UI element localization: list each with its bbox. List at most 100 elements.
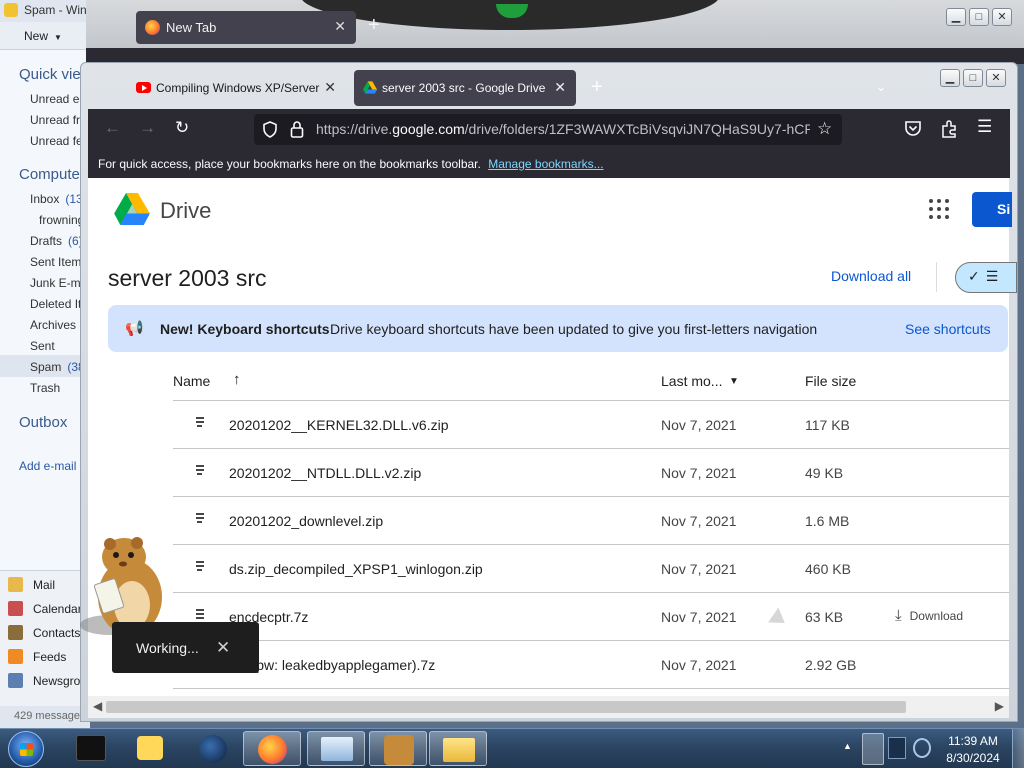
back-tab-new-tab[interactable]: New Tab ✕ bbox=[136, 11, 356, 44]
reload-icon[interactable]: ↻ bbox=[175, 118, 189, 138]
url-text[interactable]: https://drive.google.com/drive/folders/1… bbox=[316, 121, 810, 137]
firefox-icon bbox=[145, 20, 160, 35]
manage-bookmarks-link[interactable]: Manage bookmarks... bbox=[488, 157, 603, 171]
file-name: src (pw: leakedbyapplegamer).7z bbox=[229, 657, 436, 673]
download-all-button[interactable]: Download all bbox=[831, 268, 911, 284]
tab-compiling-windows[interactable]: Compiling Windows XP/Server ✕ bbox=[128, 70, 346, 106]
file-row[interactable]: 20201202_downlevel.zip Nov 7, 2021 1.6 M… bbox=[173, 497, 1009, 545]
column-header-name[interactable]: Name bbox=[173, 373, 210, 389]
lock-icon[interactable] bbox=[290, 120, 304, 138]
globe-icon bbox=[199, 735, 227, 763]
folder-archives[interactable]: Archives bbox=[30, 318, 76, 332]
file-size: 460 KB bbox=[805, 561, 851, 577]
mail-title-bar: Spam - Windows Live Mail bbox=[0, 0, 90, 22]
download-button[interactable]: ⤓ Download bbox=[895, 607, 963, 624]
see-shortcuts-link[interactable]: See shortcuts bbox=[905, 321, 991, 337]
menu-icon[interactable]: ☰ bbox=[977, 117, 992, 137]
nav-calendar[interactable]: Calendar bbox=[8, 598, 82, 620]
zip-file-icon bbox=[195, 416, 205, 429]
back-minimize-button[interactable]: ▁ bbox=[946, 8, 966, 26]
calendar-icon bbox=[8, 601, 23, 616]
column-header-size[interactable]: File size bbox=[805, 373, 856, 389]
taskbar-firefox[interactable] bbox=[243, 731, 301, 766]
close-tab-icon[interactable]: ✕ bbox=[554, 79, 566, 96]
drive-product-name[interactable]: Drive bbox=[160, 198, 211, 224]
tab-title: server 2003 src - Google Drive bbox=[382, 81, 546, 95]
nav-newsgroups[interactable]: Newsgroups bbox=[8, 670, 90, 692]
nav-label: Feeds bbox=[33, 650, 67, 664]
folder-inbox[interactable]: Inbox (13 bbox=[30, 192, 83, 206]
file-row[interactable]: encdecptr.7z Nov 7, 2021 63 KB ⤓ Download bbox=[173, 593, 1009, 641]
google-apps-icon[interactable] bbox=[929, 199, 951, 221]
new-tab-button[interactable]: + bbox=[591, 76, 603, 99]
sort-dropdown-icon[interactable]: ▼ bbox=[729, 376, 739, 387]
close-tab-icon[interactable]: ✕ bbox=[324, 79, 336, 96]
computer-header[interactable]: Computer bbox=[19, 166, 85, 183]
show-desktop-button[interactable] bbox=[1012, 729, 1024, 768]
clock-time[interactable]: 11:39 AM bbox=[944, 734, 1002, 748]
back-maximize-button[interactable]: □ bbox=[969, 8, 989, 26]
file-row[interactable]: ds.zip_decompiled_XPSP1_winlogon.zip Nov… bbox=[173, 545, 1009, 593]
folder-sent-items[interactable]: Sent Items bbox=[30, 255, 87, 269]
folder-spam[interactable]: Spam (38 bbox=[30, 360, 85, 374]
close-tab-icon[interactable]: ✕ bbox=[334, 18, 346, 35]
pocket-icon[interactable] bbox=[904, 120, 922, 137]
sort-arrow-up-icon[interactable]: ↑ bbox=[233, 371, 241, 388]
back-arrow-icon[interactable]: ← bbox=[104, 118, 121, 138]
scroll-right-icon[interactable]: ▶ bbox=[995, 699, 1004, 713]
file-row[interactable]: src (pw: leakedbyapplegamer).7z Nov 7, 2… bbox=[173, 641, 1009, 689]
taskbar-bonzi[interactable] bbox=[369, 731, 427, 766]
taskbar-app-1[interactable] bbox=[62, 731, 120, 766]
taskbar-app-2[interactable] bbox=[122, 731, 180, 766]
horizontal-scrollbar[interactable]: ◀ ▶ bbox=[88, 696, 1009, 718]
extensions-icon[interactable] bbox=[940, 120, 958, 138]
google-drive-logo[interactable] bbox=[113, 193, 151, 225]
file-date: Nov 7, 2021 bbox=[661, 609, 737, 625]
rss-icon bbox=[8, 649, 23, 664]
view-toggle[interactable]: ✓☰ bbox=[955, 262, 1017, 293]
tab-google-drive[interactable]: server 2003 src - Google Drive ✕ bbox=[354, 70, 576, 106]
tray-network-icon[interactable] bbox=[913, 738, 931, 758]
nav-mail[interactable]: Mail bbox=[8, 574, 55, 596]
scroll-left-icon[interactable]: ◀ bbox=[93, 699, 102, 713]
newsgroups-icon bbox=[8, 673, 23, 688]
folder-drafts[interactable]: Drafts (6) bbox=[30, 234, 83, 248]
youtube-icon bbox=[136, 82, 151, 93]
nav-feeds[interactable]: Feeds bbox=[8, 646, 66, 668]
folder-icon bbox=[443, 738, 475, 762]
scrollbar-thumb[interactable] bbox=[106, 701, 906, 713]
file-row[interactable]: 20201202__KERNEL32.DLL.v6.zip Nov 7, 202… bbox=[173, 401, 1009, 449]
sign-in-button[interactable]: Si bbox=[972, 192, 1012, 227]
taskbar-explorer[interactable] bbox=[429, 731, 487, 766]
close-toast-icon[interactable]: ✕ bbox=[216, 638, 230, 658]
start-button[interactable] bbox=[8, 731, 44, 767]
new-tab-button[interactable]: + bbox=[368, 14, 380, 37]
tray-monitor-icon[interactable] bbox=[888, 737, 906, 759]
folder-inbox-sub[interactable]: frowning bbox=[39, 213, 84, 227]
archive-file-icon bbox=[195, 608, 205, 621]
folder-sent[interactable]: Sent bbox=[30, 339, 55, 353]
chevron-down-icon: ▼ bbox=[54, 33, 62, 42]
bookmark-star-icon[interactable]: ☆ bbox=[817, 119, 832, 139]
column-header-modified[interactable]: Last mo... bbox=[661, 373, 722, 389]
list-all-tabs-icon[interactable]: ⌄ bbox=[876, 80, 886, 94]
clock-date[interactable]: 8/30/2024 bbox=[944, 751, 1002, 765]
taskbar-app-3[interactable] bbox=[184, 731, 242, 766]
tab-title: New Tab bbox=[166, 20, 217, 35]
file-size: 49 KB bbox=[805, 465, 844, 481]
shield-icon[interactable] bbox=[262, 121, 278, 138]
outbox-header[interactable]: Outbox bbox=[19, 414, 67, 431]
folder-trash[interactable]: Trash bbox=[30, 381, 60, 395]
taskbar-mail[interactable] bbox=[307, 731, 365, 766]
show-hidden-icons-button[interactable]: ▲ bbox=[843, 741, 852, 751]
nav-contacts[interactable]: Contacts bbox=[8, 622, 80, 644]
forward-arrow-icon[interactable]: → bbox=[139, 118, 156, 138]
nav-label: Calendar bbox=[33, 602, 82, 616]
folder-label: Drafts bbox=[30, 234, 63, 248]
file-row[interactable]: 20201202__NTDLL.DLL.v2.zip Nov 7, 2021 4… bbox=[173, 449, 1009, 497]
mail-new-button[interactable]: New ▼ bbox=[0, 22, 90, 50]
tray-flag-icon[interactable] bbox=[862, 733, 884, 765]
back-close-button[interactable]: ✕ bbox=[992, 8, 1012, 26]
file-size: 63 KB bbox=[805, 609, 844, 625]
mail-window-icon bbox=[321, 737, 353, 761]
